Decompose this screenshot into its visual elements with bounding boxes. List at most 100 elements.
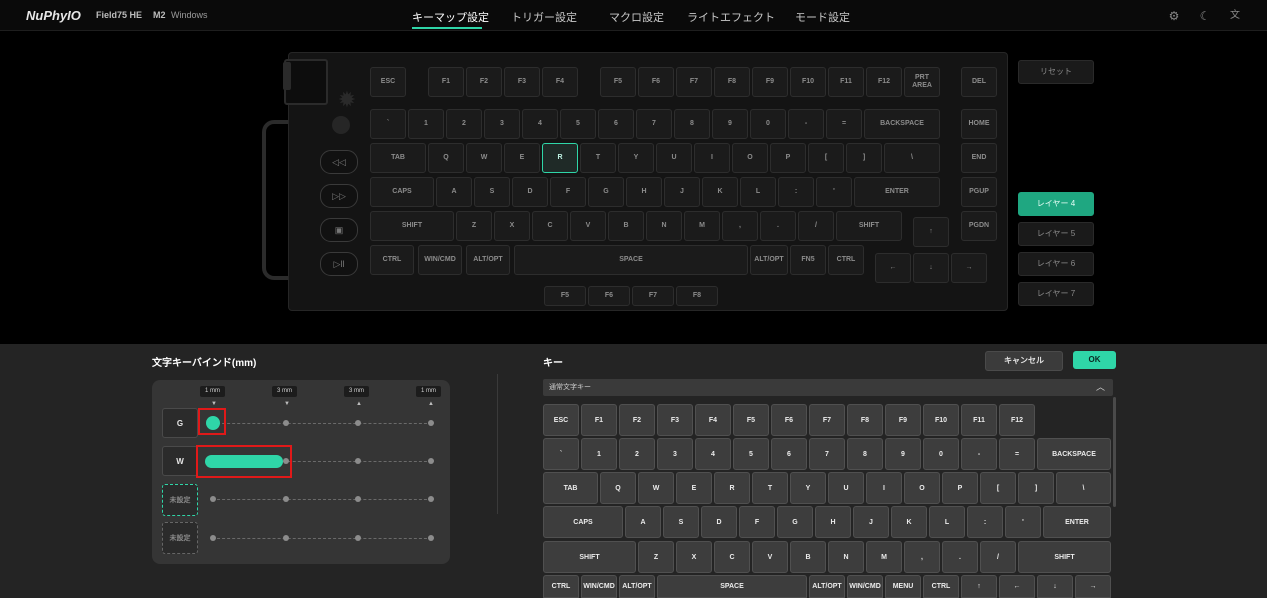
key-2[interactable]: 2 bbox=[446, 109, 482, 139]
picker-key[interactable]: V bbox=[752, 541, 788, 573]
picker-key[interactable]: 2 bbox=[619, 438, 655, 470]
picker-key[interactable]: 5 bbox=[733, 438, 769, 470]
picker-key[interactable]: F6 bbox=[771, 404, 807, 436]
ok-button[interactable]: OK bbox=[1073, 351, 1116, 369]
picker-key[interactable]: 8 bbox=[847, 438, 883, 470]
picker-key[interactable]: F4 bbox=[695, 404, 731, 436]
key-z[interactable]: Z bbox=[456, 211, 492, 241]
key-period[interactable]: . bbox=[760, 211, 796, 241]
fast-forward-icon[interactable]: ▷▷ bbox=[320, 184, 358, 208]
picker-key[interactable]: E bbox=[676, 472, 712, 504]
picker-key[interactable]: L bbox=[929, 506, 965, 538]
picker-key[interactable]: . bbox=[942, 541, 978, 573]
key-g[interactable]: G bbox=[588, 177, 624, 207]
key-f11[interactable]: F11 bbox=[828, 67, 864, 97]
picker-key[interactable]: F3 bbox=[657, 404, 693, 436]
key-ralt[interactable]: ALT/OPT bbox=[750, 245, 788, 275]
bind-key-unset-2[interactable]: 未設定 bbox=[162, 522, 198, 554]
picker-key[interactable]: ↑ bbox=[961, 575, 997, 598]
picker-key[interactable]: Q bbox=[600, 472, 636, 504]
key-end[interactable]: END bbox=[961, 143, 997, 173]
key-extra-f7[interactable]: F7 bbox=[632, 286, 674, 306]
picker-key[interactable]: ENTER bbox=[1043, 506, 1111, 538]
key-up[interactable]: ↑ bbox=[913, 217, 949, 247]
track-dot[interactable] bbox=[355, 458, 361, 464]
layer-5-button[interactable]: レイヤー 5 bbox=[1018, 222, 1094, 246]
tab-macro[interactable]: マクロ設定 bbox=[609, 9, 664, 25]
picker-key[interactable]: [ bbox=[980, 472, 1016, 504]
key-lbracket[interactable]: [ bbox=[808, 143, 844, 173]
picker-key[interactable]: 7 bbox=[809, 438, 845, 470]
picker-key[interactable]: U bbox=[828, 472, 864, 504]
picker-key[interactable]: : bbox=[967, 506, 1003, 538]
key-backtick[interactable]: ` bbox=[370, 109, 406, 139]
picker-key[interactable]: ` bbox=[543, 438, 579, 470]
scrollbar[interactable] bbox=[1113, 397, 1116, 507]
key-backslash[interactable]: \ bbox=[884, 143, 940, 173]
picker-key[interactable]: TAB bbox=[543, 472, 598, 504]
key-p[interactable]: P bbox=[770, 143, 806, 173]
reset-button[interactable]: リセット bbox=[1018, 60, 1094, 84]
key-4[interactable]: 4 bbox=[522, 109, 558, 139]
picker-key[interactable]: B bbox=[790, 541, 826, 573]
key-c[interactable]: C bbox=[532, 211, 568, 241]
picker-key[interactable]: F10 bbox=[923, 404, 959, 436]
key-u[interactable]: U bbox=[656, 143, 692, 173]
screen-icon[interactable]: ▣ bbox=[320, 218, 358, 242]
picker-key[interactable]: SPACE bbox=[657, 575, 807, 598]
picker-key[interactable]: F bbox=[739, 506, 775, 538]
key-q[interactable]: Q bbox=[428, 143, 464, 173]
track-dot[interactable] bbox=[210, 496, 216, 502]
picker-key[interactable]: H bbox=[815, 506, 851, 538]
picker-key[interactable]: Z bbox=[638, 541, 674, 573]
key-minus[interactable]: - bbox=[788, 109, 824, 139]
picker-key[interactable]: , bbox=[904, 541, 940, 573]
key-n[interactable]: N bbox=[646, 211, 682, 241]
key-pgdn[interactable]: PGDN bbox=[961, 211, 997, 241]
picker-key[interactable]: ← bbox=[999, 575, 1035, 598]
key-rshift[interactable]: SHIFT bbox=[836, 211, 902, 241]
key-k[interactable]: K bbox=[702, 177, 738, 207]
key-comma[interactable]: , bbox=[722, 211, 758, 241]
key-f6[interactable]: F6 bbox=[638, 67, 674, 97]
picker-key[interactable]: D bbox=[701, 506, 737, 538]
key-f5[interactable]: F5 bbox=[600, 67, 636, 97]
key-i[interactable]: I bbox=[694, 143, 730, 173]
key-f2[interactable]: F2 bbox=[466, 67, 502, 97]
key-d[interactable]: D bbox=[512, 177, 548, 207]
key-enter[interactable]: ENTER bbox=[854, 177, 940, 207]
key-f4[interactable]: F4 bbox=[542, 67, 578, 97]
key-w[interactable]: W bbox=[466, 143, 502, 173]
key-f9[interactable]: F9 bbox=[752, 67, 788, 97]
key-home[interactable]: HOME bbox=[961, 109, 997, 139]
key-l[interactable]: L bbox=[740, 177, 776, 207]
key-a[interactable]: A bbox=[436, 177, 472, 207]
key-pgup[interactable]: PGUP bbox=[961, 177, 997, 207]
picker-key[interactable]: WIN/CMD bbox=[581, 575, 617, 598]
picker-key[interactable]: X bbox=[676, 541, 712, 573]
picker-key[interactable]: 6 bbox=[771, 438, 807, 470]
track-dot[interactable] bbox=[428, 496, 434, 502]
picker-key[interactable]: 4 bbox=[695, 438, 731, 470]
key-j[interactable]: J bbox=[664, 177, 700, 207]
key-del[interactable]: DEL bbox=[961, 67, 997, 97]
key-category-dropdown[interactable]: 通常文字キー ︿ bbox=[543, 379, 1113, 396]
bind-key-w[interactable]: W bbox=[162, 446, 198, 476]
picker-key[interactable]: A bbox=[625, 506, 661, 538]
picker-key[interactable]: ALT/OPT bbox=[809, 575, 845, 598]
picker-key[interactable]: - bbox=[961, 438, 997, 470]
key-s[interactable]: S bbox=[474, 177, 510, 207]
key-7[interactable]: 7 bbox=[636, 109, 672, 139]
key-extra-f5[interactable]: F5 bbox=[544, 286, 586, 306]
cancel-button[interactable]: キャンセル bbox=[985, 351, 1063, 371]
key-fn5[interactable]: FN5 bbox=[790, 245, 826, 275]
picker-key[interactable]: N bbox=[828, 541, 864, 573]
key-f1[interactable]: F1 bbox=[428, 67, 464, 97]
picker-key[interactable]: F7 bbox=[809, 404, 845, 436]
key-e[interactable]: E bbox=[504, 143, 540, 173]
picker-key[interactable]: CTRL bbox=[923, 575, 959, 598]
picker-key[interactable]: I bbox=[866, 472, 902, 504]
track-dot[interactable] bbox=[283, 535, 289, 541]
key-space[interactable]: SPACE bbox=[514, 245, 748, 275]
picker-key[interactable]: SHIFT bbox=[1018, 541, 1111, 573]
